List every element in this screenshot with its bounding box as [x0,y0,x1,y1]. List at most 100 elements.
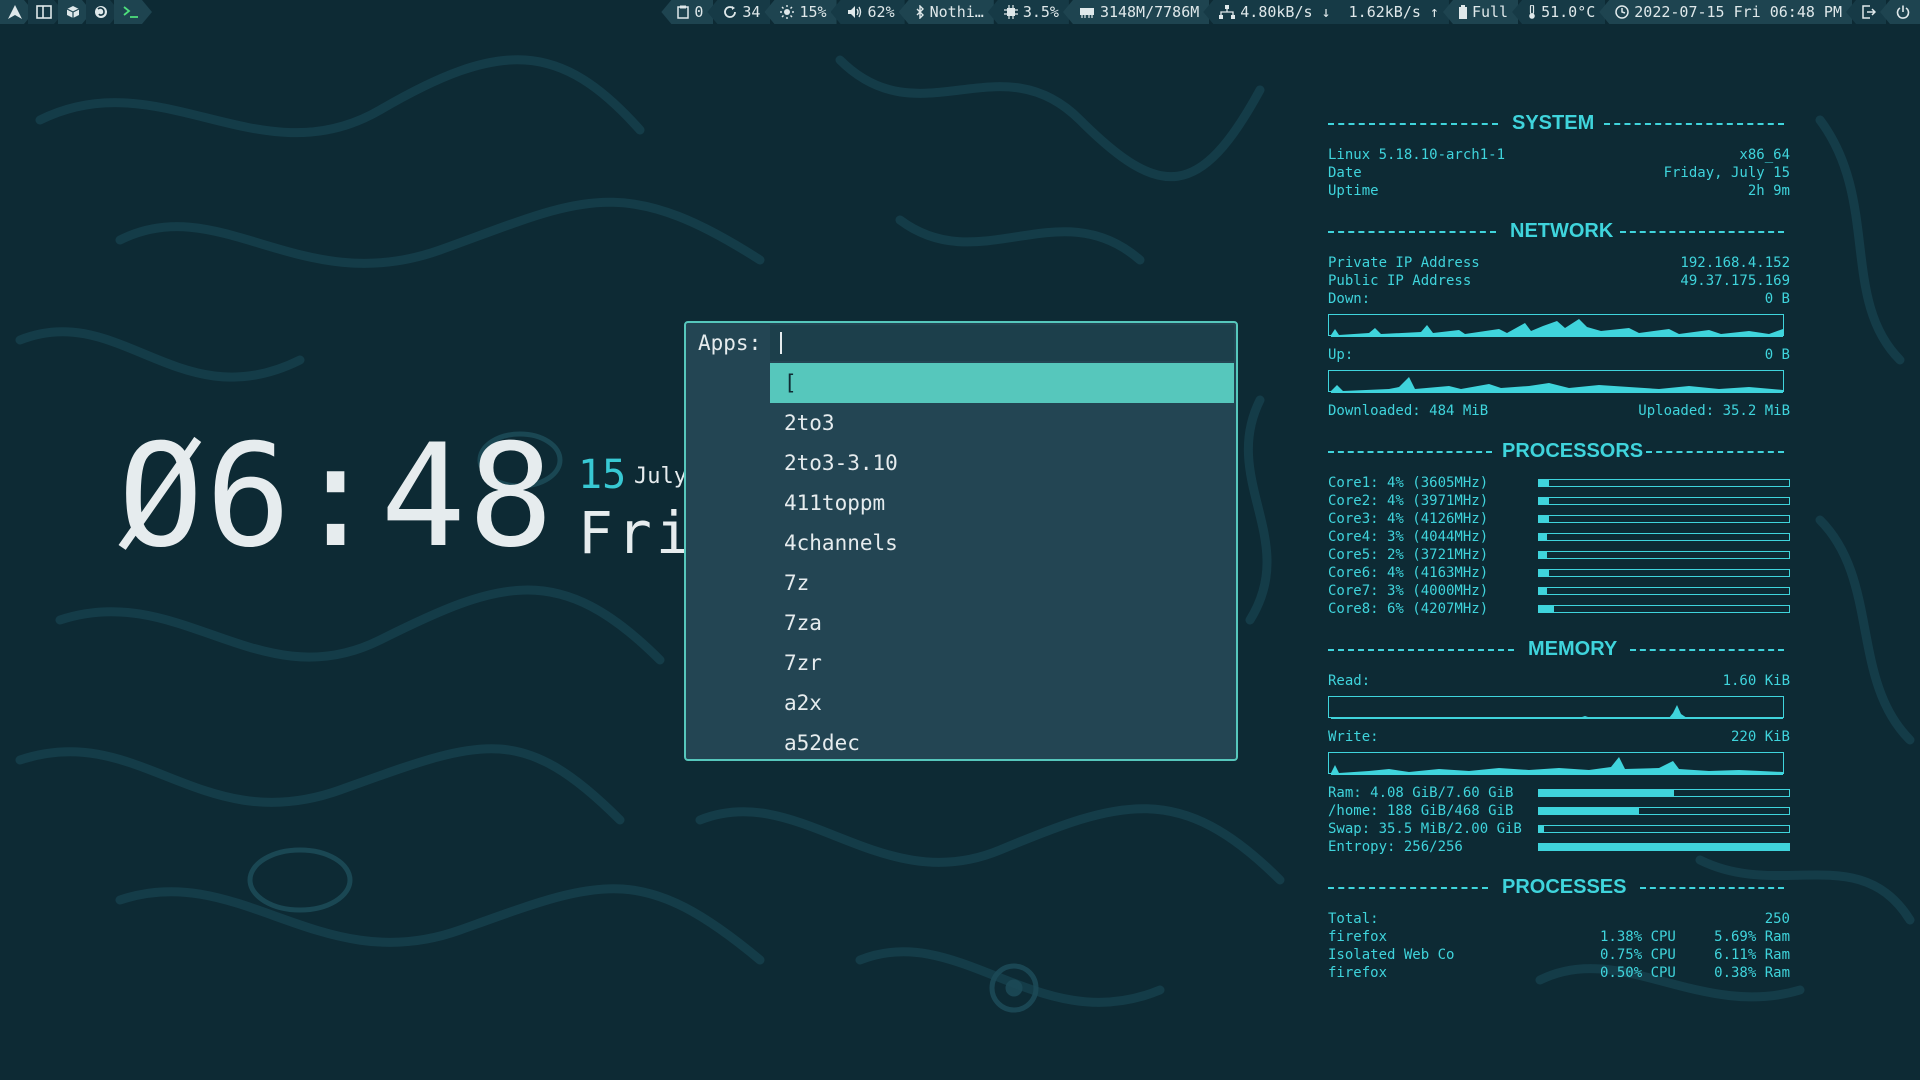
bluetooth-module[interactable]: Nothi… [898,0,994,24]
launcher-item[interactable]: 411toppm [770,483,1234,523]
terminal-button[interactable] [114,0,152,24]
text-cursor [780,332,782,354]
process-cpu: 1.38% CPU [1600,929,1676,945]
disk-write-value: 220 KiB [1730,729,1790,745]
launcher-results: [ 2to3 2to3-3.10 411toppm 4channels 7z 7… [770,363,1234,763]
temperature-module[interactable]: 51.0°C [1512,0,1606,24]
launcher-item[interactable]: [ [770,363,1234,403]
network-speed: 4.80kB/s ↓ 1.62kB/s ↑ [1240,3,1439,21]
private-ip-label: Private IP Address [1328,255,1480,271]
brightness-module[interactable]: 15% [764,0,837,24]
memory-icon [1079,8,1094,18]
cpu-core-label: Core8: 6% (4207MHz) [1328,601,1489,617]
process-ram: 0.38% Ram [1714,965,1790,981]
brightness-value: 15% [799,3,827,21]
clipboard-icon [677,5,690,19]
updates-module[interactable]: 34 [707,0,771,24]
launcher-search-input[interactable] [770,325,1234,361]
launcher-item[interactable]: 7za [770,603,1234,643]
uploaded-total: Uploaded: 35.2 MiB [1638,403,1790,419]
cpu-module[interactable]: 3.5% [987,0,1069,24]
section-title: PROCESSES [1502,876,1627,898]
network-module[interactable]: 4.80kB/s ↓ 1.62kB/s ↑ [1203,0,1449,24]
section-title: PROCESSORS [1502,440,1644,462]
memory-usage-row: Swap: 35.5 MiB/2.00 GiB [1328,820,1790,838]
cpu-core-bar [1538,515,1790,523]
battery-module[interactable]: Full [1442,0,1519,24]
clipboard-module[interactable]: 0 [661,0,714,24]
memory-usage-bar [1538,789,1790,797]
cpu-core-label: Core7: 3% (4000MHz) [1328,583,1489,599]
memory-usage-row: /home: 188 GiB/468 GiB [1328,802,1790,820]
public-ip-label: Public IP Address [1328,273,1472,289]
architecture: x86_64 [1739,147,1790,163]
updates-count: 34 [742,3,761,21]
process-name: firefox [1328,929,1388,945]
date-value: Friday, July 15 [1663,165,1790,181]
arch-logo-icon [8,5,22,19]
cpu-core-row: Core1: 4% (3605MHz) [1328,474,1790,492]
memory-usage-label: Entropy: 256/256 [1328,839,1463,855]
launcher-item[interactable]: 2to3 [770,403,1234,443]
section-title: MEMORY [1528,638,1618,660]
process-cpu: 0.75% CPU [1600,947,1676,963]
power-button[interactable] [1880,0,1920,24]
process-ram: 6.11% Ram [1714,947,1790,963]
cpu-core-label: Core6: 4% (4163MHz) [1328,565,1489,581]
cpu-core-bar [1538,587,1790,595]
thermometer-icon [1529,5,1535,19]
download-graph [1328,314,1784,337]
cpu-core-row: Core6: 4% (4163MHz) [1328,564,1790,582]
desktop-clock-time: Ø6:48 [118,414,556,579]
power-icon [1896,5,1910,19]
launcher-item[interactable]: a2x [770,683,1234,723]
cpu-core-bar [1538,569,1790,577]
clock-icon [1615,5,1630,19]
section-memory-header: MEMORY [1328,638,1790,662]
bar-right: 0 34 15% 62% Nothi… 3.5% 3148M/7786M 4.8… [661,0,1920,24]
cpu-core-bar [1538,605,1790,613]
memory-usage-label: Swap: 35.5 MiB/2.00 GiB [1328,821,1522,837]
desktop-clock-day: 15 [578,452,627,498]
down-value: 0 B [1764,291,1790,307]
volume-value: 62% [867,3,895,21]
process-row: Isolated Web Co 0.75% CPU 6.11% Ram [1328,946,1790,964]
launcher-item[interactable]: 7zr [770,643,1234,683]
updates-icon [724,6,737,18]
bluetooth-status: Nothi… [929,3,984,21]
down-label: Down: [1328,291,1371,307]
battery-status: Full [1471,3,1509,21]
sidebar-toggle-icon [36,5,52,19]
disk-read-label: Read: [1328,673,1371,689]
up-label: Up: [1328,347,1354,363]
memory-module[interactable]: 3148M/7786M [1062,0,1210,24]
launcher-item[interactable]: 2to3-3.10 [770,443,1234,483]
process-row: firefox 0.50% CPU 0.38% Ram [1328,964,1790,982]
top-bar: 0 34 15% 62% Nothi… 3.5% 3148M/7786M 4.8… [0,0,1920,24]
bluetooth-icon [916,5,924,19]
process-name: firefox [1328,965,1388,981]
section-processes-header: PROCESSES [1328,876,1790,900]
launcher-item[interactable]: a52dec [770,723,1234,763]
private-ip-value: 192.168.4.152 [1680,255,1790,271]
memory-usage-bar [1538,807,1790,815]
clock-module[interactable]: 2022-07-15 Fri 06:48 PM [1599,0,1852,24]
app-launcher: Apps: [ 2to3 2to3-3.10 411toppm 4channel… [684,321,1238,761]
memory-usage-row: Entropy: 256/256 [1328,838,1790,856]
cpu-core-row: Core4: 3% (4044MHz) [1328,528,1790,546]
launcher-item[interactable]: 7z [770,563,1234,603]
cpu-core-bar [1538,533,1790,541]
bar-left [0,0,146,24]
cpu-value: 3.5% [1022,3,1059,21]
cpu-core-row: Core8: 6% (4207MHz) [1328,600,1790,618]
terminal-icon [122,5,140,19]
launcher-item[interactable]: 4channels [770,523,1234,563]
downloaded-total: Downloaded: 484 MiB [1328,403,1489,419]
volume-module[interactable]: 62% [830,0,905,24]
section-system-header: SYSTEM [1328,112,1790,136]
section-network-header: NETWORK [1328,220,1790,244]
cpu-core-row: Core7: 3% (4000MHz) [1328,582,1790,600]
date-label: Date [1328,165,1362,181]
cpu-core-label: Core1: 4% (3605MHz) [1328,475,1489,491]
network-icon [1219,5,1236,19]
